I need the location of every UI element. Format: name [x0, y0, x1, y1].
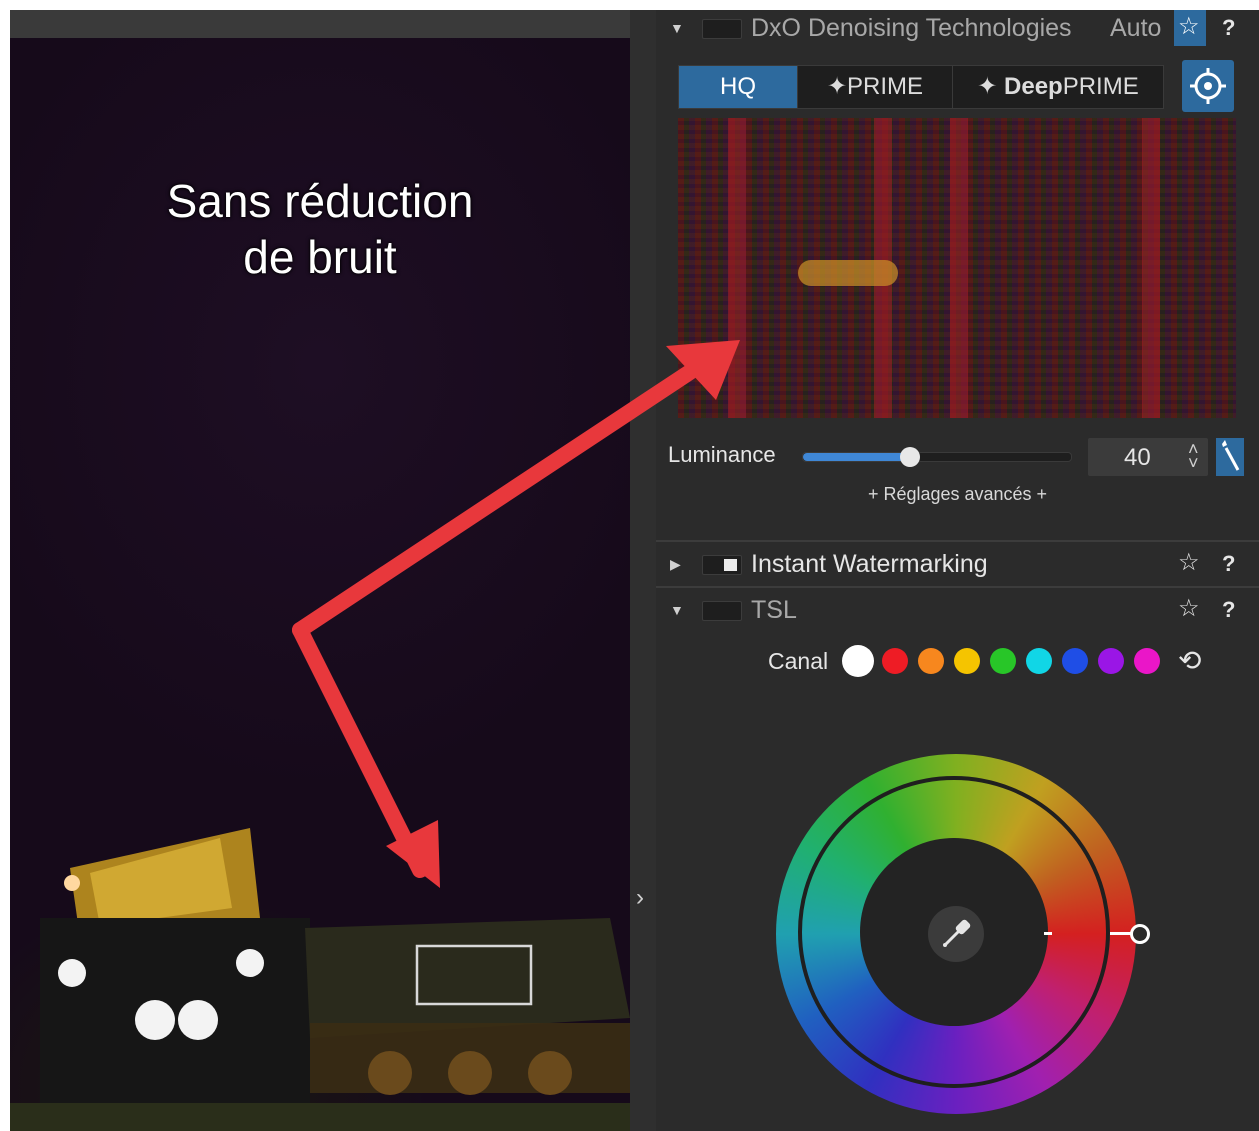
swatch-cyan[interactable] — [1026, 648, 1052, 674]
collapse-triangle-icon[interactable]: ▶ — [670, 556, 681, 573]
trailer-wheel — [448, 1051, 492, 1095]
sparkle-icon: ✦ — [826, 73, 848, 100]
trailer-wheel — [528, 1051, 572, 1095]
denoising-toggle[interactable] — [702, 19, 742, 39]
viewer-toolbar — [10, 10, 630, 38]
denoising-title: DxO Denoising Technologies — [751, 14, 1072, 42]
watermark-header[interactable]: ▶ Instant Watermarking ☆ ? — [656, 546, 1259, 588]
watermark-title: Instant Watermarking — [751, 550, 988, 578]
spinner-arrows-icon[interactable]: ˄ ˅ — [1188, 440, 1199, 472]
mode-deepprime-button[interactable]: ✦ DeepPRIME — [953, 66, 1163, 108]
tractor-body — [40, 918, 310, 1131]
trailer-wheel — [368, 1051, 412, 1095]
advanced-settings-link[interactable]: + Réglages avancés + — [656, 484, 1259, 505]
luminance-slider[interactable] — [802, 447, 1072, 467]
sparkle-icon: ✦ — [977, 73, 998, 100]
caption-line-1: Sans réduction — [166, 175, 474, 227]
caption-line-2: de bruit — [243, 231, 397, 283]
mode-prime-button[interactable]: ✦PRIME — [798, 66, 953, 108]
divider — [656, 586, 1259, 588]
photo-caption: Sans réduction de bruit — [100, 173, 540, 285]
reset-icon[interactable]: ⟲ — [1178, 644, 1201, 677]
denoise-preview[interactable] — [678, 118, 1236, 418]
swatch-purple[interactable] — [1098, 648, 1124, 674]
headlight — [236, 949, 264, 977]
swatch-master[interactable] — [842, 645, 874, 677]
image-viewer[interactable]: Sans réduction de bruit — [10, 10, 630, 1131]
headlight — [178, 1000, 218, 1040]
trailer — [305, 918, 630, 1038]
swatch-green[interactable] — [990, 648, 1016, 674]
watermark-toggle[interactable] — [702, 555, 742, 575]
hue-range-tick[interactable] — [1044, 932, 1052, 935]
luminance-value-field[interactable]: 40 ˄ ˅ — [1088, 438, 1208, 476]
star-icon[interactable]: ☆ — [1178, 594, 1200, 623]
swatch-blue[interactable] — [1062, 648, 1088, 674]
expand-triangle-icon[interactable]: ▼ — [670, 602, 684, 618]
headlight — [135, 1000, 175, 1040]
luminance-value: 40 — [1124, 444, 1151, 471]
hue-handle[interactable] — [1130, 924, 1150, 944]
denoising-header[interactable]: ▼ DxO Denoising Technologies Auto ☆ ? — [656, 10, 1259, 52]
expand-triangle-icon[interactable]: ▼ — [670, 20, 684, 36]
denoising-mode-selector: HQ ✦PRIME ✦ DeepPRIME — [678, 65, 1164, 109]
grass — [10, 1103, 630, 1131]
tsl-toggle[interactable] — [702, 601, 742, 621]
swatch-orange[interactable] — [918, 648, 944, 674]
headlight — [58, 959, 86, 987]
help-icon[interactable]: ? — [1222, 15, 1235, 41]
mode-deepprime-label-bold: Deep — [1004, 73, 1063, 100]
preview-logo-oval — [798, 260, 898, 286]
crosshair-icon — [1190, 68, 1226, 104]
help-icon[interactable]: ? — [1222, 551, 1235, 577]
settings-panel: ▼ DxO Denoising Technologies Auto ☆ ? HQ… — [656, 10, 1259, 1131]
help-icon[interactable]: ? — [1222, 597, 1235, 623]
swatch-yellow[interactable] — [954, 648, 980, 674]
canal-label: Canal — [768, 648, 829, 674]
divider — [656, 540, 1259, 542]
photo: Sans réduction de bruit — [10, 38, 630, 1131]
luminance-slider-thumb[interactable] — [900, 447, 921, 467]
eyedropper-button[interactable] — [928, 906, 984, 962]
roof-light — [64, 875, 80, 891]
mode-hq-button[interactable]: HQ — [679, 66, 798, 108]
luminance-label: Luminance — [668, 442, 776, 467]
luminance-slider-fill — [803, 453, 911, 461]
mode-prime-label: PRIME — [847, 73, 924, 100]
eyedropper-icon — [943, 919, 971, 947]
preview-stripe — [1142, 118, 1160, 418]
preview-stripe — [728, 118, 746, 418]
panel-splitter[interactable] — [630, 10, 656, 1131]
chevron-right-icon[interactable]: › — [636, 884, 644, 912]
preview-stripe — [950, 118, 968, 418]
hue-handle-line — [1110, 932, 1132, 935]
tsl-header[interactable]: ▼ TSL ☆ ? — [656, 592, 1259, 634]
mode-hq-label: HQ — [720, 73, 756, 100]
auto-wand-button[interactable] — [1216, 438, 1244, 476]
star-icon[interactable]: ☆ — [1178, 548, 1200, 577]
swatch-red[interactable] — [882, 648, 908, 674]
toggle-knob — [724, 559, 737, 571]
crosshair-button[interactable] — [1182, 60, 1234, 112]
auto-label[interactable]: Auto — [1110, 14, 1161, 43]
swatch-magenta[interactable] — [1134, 648, 1160, 674]
magic-wand-icon — [1222, 440, 1240, 471]
star-icon: ☆ — [1178, 13, 1200, 40]
tsl-title: TSL — [751, 596, 797, 624]
mode-deepprime-label: PRIME — [1062, 73, 1139, 100]
